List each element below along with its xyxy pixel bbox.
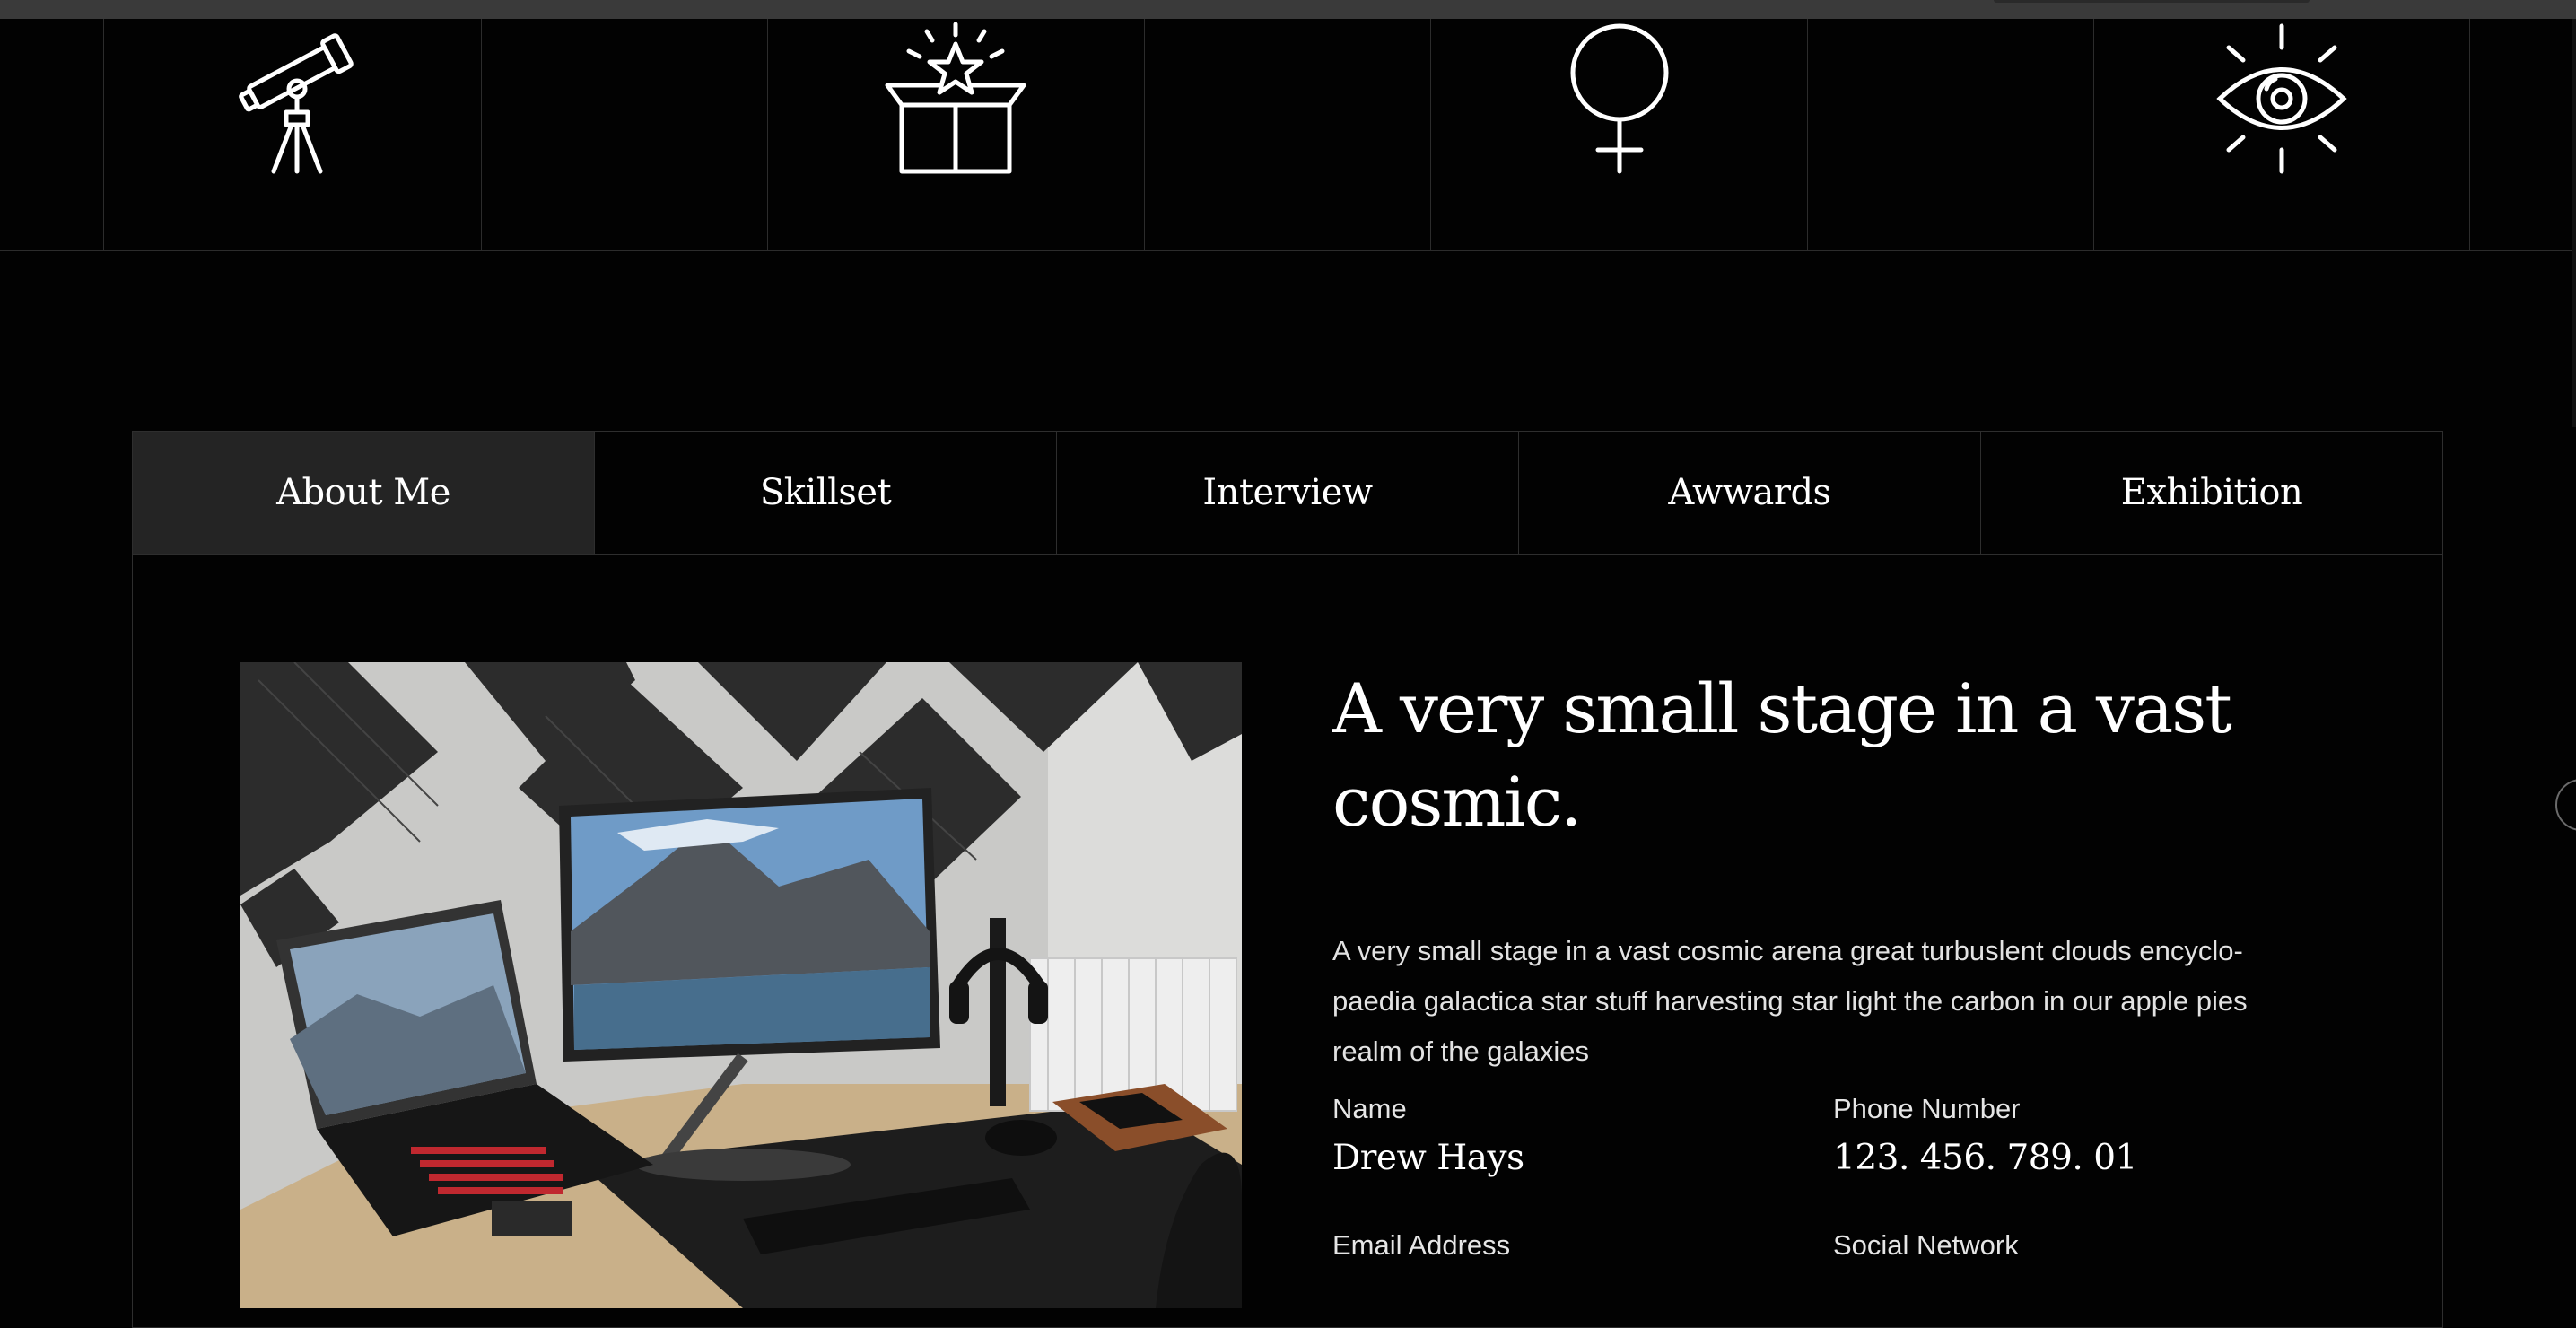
browser-top-bar [0, 0, 2576, 19]
workspace-photo [240, 662, 1242, 1308]
about-content: A very small stage in a vast cosmic. A v… [1332, 662, 2355, 1261]
name-value: Drew Hays [1332, 1138, 1524, 1178]
strip-divider [1807, 19, 1808, 250]
venus-symbol-icon [1566, 22, 1673, 175]
about-headline: A very small stage in a vast cosmic. [1332, 668, 2232, 842]
icon-strip [0, 19, 2576, 251]
tab-interview[interactable]: Interview [1057, 432, 1519, 554]
tab-bar: About Me Skillset Interview Awwards Exhi… [133, 432, 2442, 555]
side-nav-button[interactable] [2555, 779, 2576, 831]
eye-icon [2214, 22, 2349, 175]
phone-label: Phone Number [1833, 1093, 2021, 1124]
email-label: Email Address [1332, 1229, 1511, 1261]
strip-divider [767, 19, 768, 250]
scrollbar[interactable] [2572, 19, 2576, 427]
browser-top-notch [1994, 0, 2310, 3]
tab-skillset[interactable]: Skillset [595, 432, 1057, 554]
tab-awwards[interactable]: Awwards [1519, 432, 1981, 554]
social-info: Social Network [1833, 1228, 2019, 1263]
email-info: Email Address [1332, 1228, 1510, 1263]
social-label: Social Network [1833, 1229, 2019, 1261]
strip-divider [2093, 19, 2094, 250]
name-label: Name [1332, 1093, 1407, 1124]
strip-divider [1144, 19, 1145, 250]
tab-exhibition[interactable]: Exhibition [1981, 432, 2442, 554]
gift-box-star-icon [882, 22, 1030, 175]
strip-divider [103, 19, 104, 250]
strip-divider [1430, 19, 1431, 250]
about-description: A very small stage in a vast cosmic aren… [1332, 935, 2248, 1067]
phone-value: 123. 456. 789. 01 [1833, 1138, 2137, 1178]
phone-info: Phone Number 123. 456. 789. 01 [1833, 1091, 2137, 1181]
telescope-icon [229, 22, 363, 175]
strip-divider [2469, 19, 2470, 250]
name-info: Name Drew Hays [1332, 1091, 1524, 1181]
tab-about-me[interactable]: About Me [133, 432, 595, 554]
strip-divider [481, 19, 482, 250]
